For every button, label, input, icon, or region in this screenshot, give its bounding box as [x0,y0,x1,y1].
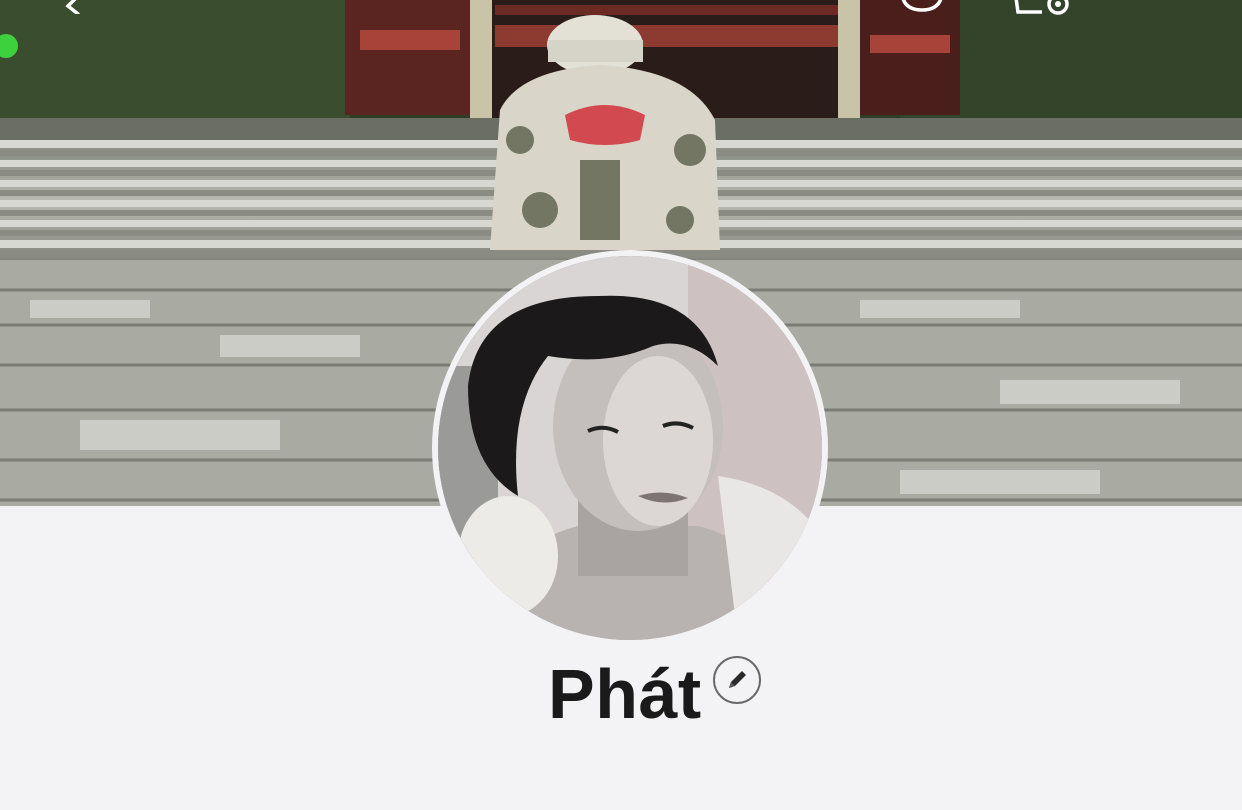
pencil-edit-icon [729,671,746,688]
profile-name: Phát [548,655,702,733]
back-chevron-icon[interactable] [58,0,84,14]
user-settings-icon[interactable] [1012,0,1078,18]
profile-name-row: Phát [0,650,1242,740]
chat-bubble-icon[interactable] [898,0,946,16]
profile-photo [438,256,822,640]
avatar[interactable] [432,250,828,646]
edit-name-button[interactable] [713,656,761,704]
